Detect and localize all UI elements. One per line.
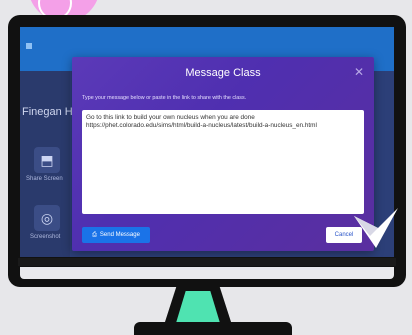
app-screen: Finegan Hi ⬒ Share Screen ◎ Screenshot M… [20, 27, 394, 257]
screenshot-icon: ◎ [40, 209, 54, 226]
close-icon[interactable]: ✕ [354, 65, 364, 79]
sidebar-item-label: Screenshot [30, 234, 61, 240]
brand-logo-icon [354, 208, 398, 248]
user-name: Finegan Hi [22, 106, 76, 118]
topbar-indicator [26, 43, 32, 49]
monitor-bezel [18, 258, 396, 266]
share-screen-icon: ⬒ [40, 151, 54, 168]
dialog-instructions: Type your message below or paste in the … [82, 95, 247, 101]
monitor-base [134, 322, 292, 335]
message-class-dialog: Message Class ✕ Type your message below … [72, 57, 374, 251]
send-message-label: Send Message [99, 232, 140, 238]
monitor-chin [20, 267, 394, 279]
send-icon: ⎙ [92, 231, 97, 238]
send-message-button[interactable]: ⎙ Send Message [82, 227, 150, 243]
sidebar: Finegan Hi ⬒ Share Screen ◎ Screenshot [20, 71, 75, 257]
dialog-title: Message Class [185, 67, 261, 79]
share-screen-button[interactable]: ⬒ [34, 147, 60, 173]
screenshot-button[interactable]: ◎ [34, 205, 60, 231]
sidebar-item-label: Share Screen [26, 176, 63, 182]
monitor-frame: Finegan Hi ⬒ Share Screen ◎ Screenshot M… [8, 15, 406, 287]
message-textarea[interactable]: Go to this link to build your own nucleu… [82, 110, 364, 214]
